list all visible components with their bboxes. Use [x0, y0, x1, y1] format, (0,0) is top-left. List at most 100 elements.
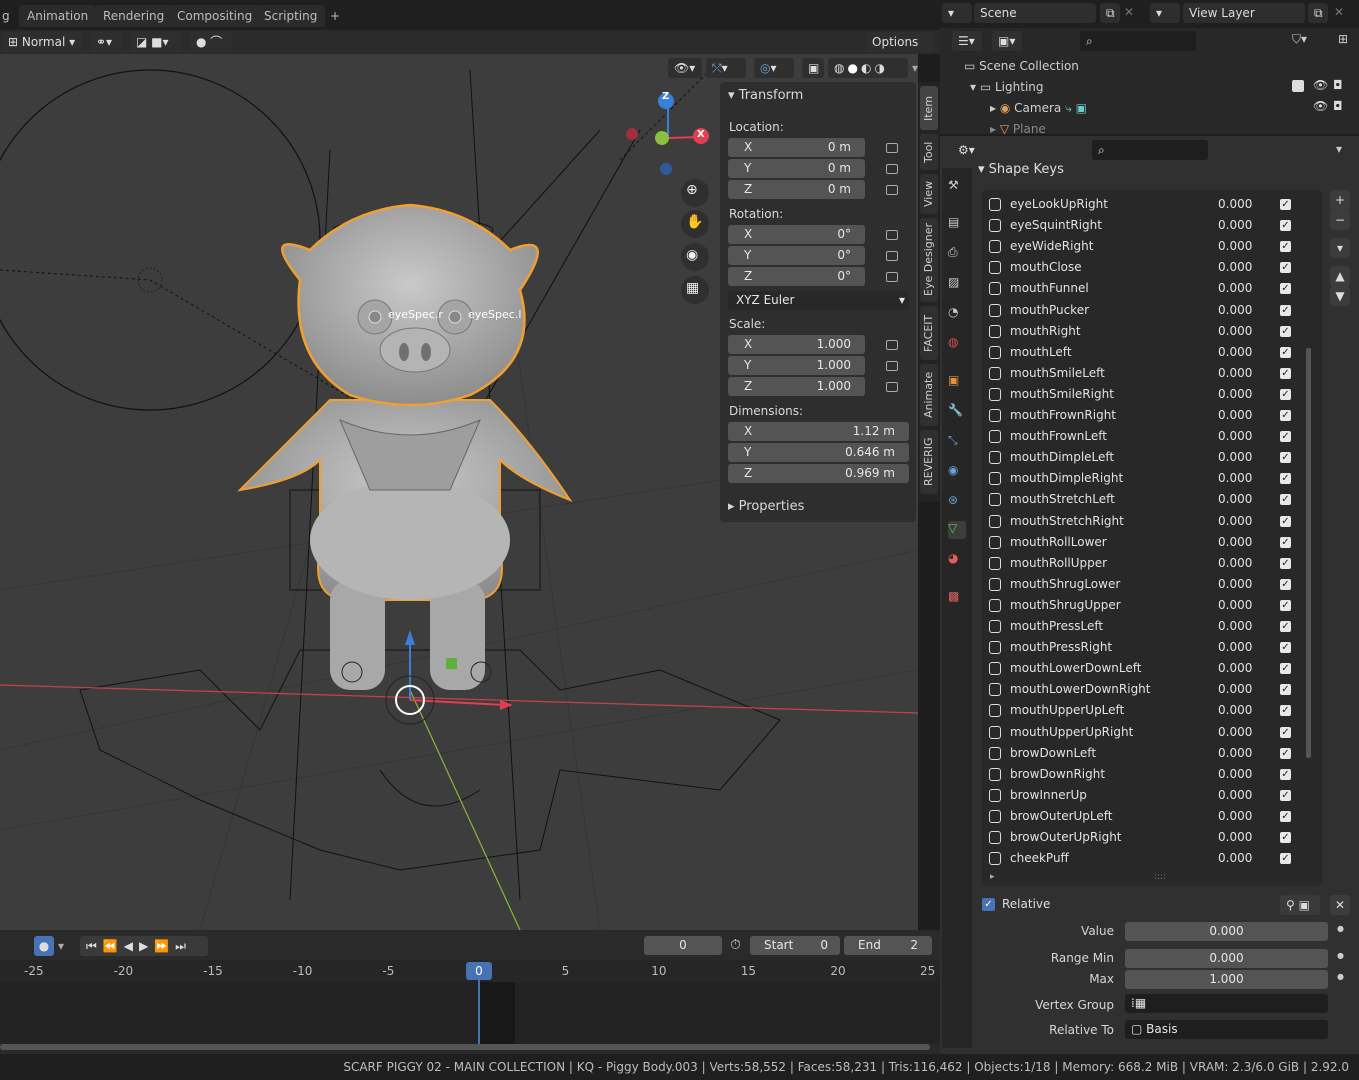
shape-key-value[interactable]: 0.000	[1218, 532, 1252, 553]
shape-key-mute-checkbox[interactable]: ✓	[1280, 410, 1291, 421]
shape-key-mute-checkbox[interactable]: ✓	[1280, 388, 1291, 400]
shape-key-value[interactable]: 0.000	[1218, 848, 1252, 869]
location-x-field[interactable]: X0 m	[728, 138, 865, 157]
shape-key-name[interactable]: mouthClose	[1010, 257, 1082, 278]
shape-key-row[interactable]: mouthUpperUpRight 0.000 ✓	[984, 722, 1314, 743]
shape-key-name[interactable]: eyeSquintRight	[1010, 215, 1102, 236]
lock-icon[interactable]	[886, 382, 898, 392]
shape-key-row[interactable]: mouthClose 0.000 ✓	[984, 257, 1314, 278]
transform-orientation-dropdown[interactable]: ⊞ Normal ▾	[2, 32, 82, 52]
shape-key-name[interactable]: mouthStretchRight	[1010, 511, 1124, 532]
xray-icon[interactable]: ▣	[802, 58, 824, 78]
shape-key-mute-checkbox[interactable]: ✓	[1280, 726, 1291, 738]
dimensions-y-field[interactable]: Y 0.646 m	[728, 443, 909, 462]
clear-shape-key-icon[interactable]: ✕	[1330, 895, 1350, 915]
shape-key-value[interactable]: 0.000	[1218, 342, 1252, 363]
shape-key-row[interactable]: browDownLeft 0.000 ✓	[984, 743, 1314, 764]
tab-eye-designer[interactable]: Eye Designer	[920, 218, 938, 302]
shape-key-row[interactable]: browOuterUpRight 0.000 ✓	[984, 827, 1314, 848]
tool-settings-icon[interactable]: ⚒	[948, 178, 966, 196]
shape-key-name[interactable]: mouthRollUpper	[1010, 553, 1107, 574]
shape-key-value[interactable]: 0.000	[1218, 785, 1252, 806]
shape-key-value[interactable]: 0.000	[1218, 363, 1252, 384]
shape-key-row[interactable]: mouthRollUpper 0.000 ✓	[984, 553, 1314, 574]
shape-key-row[interactable]: browDownRight 0.000 ✓	[984, 764, 1314, 785]
lock-icon[interactable]	[886, 251, 898, 261]
shape-key-value[interactable]: 0.000	[1218, 194, 1252, 215]
material-icon[interactable]: ◕	[948, 551, 966, 569]
shape-key-value[interactable]: 0.000	[1218, 658, 1252, 679]
rotation-z-field[interactable]: Z 0°	[728, 267, 865, 286]
shape-key-name[interactable]: mouthFrownRight	[1010, 405, 1116, 426]
copy-view-layer-icon[interactable]: ⧉	[1308, 3, 1328, 23]
shape-key-name[interactable]: mouthShrugLower	[1010, 574, 1120, 595]
scale-y-field[interactable]: Y 1.000	[728, 356, 865, 375]
shape-key-value[interactable]: 0.000	[1218, 489, 1252, 510]
lock-icon[interactable]	[886, 272, 898, 282]
gizmo-x-label[interactable]: X	[697, 129, 705, 140]
list-resize-grip[interactable]: ::::	[1154, 872, 1166, 882]
keyframe-dot-icon[interactable]: ●	[1337, 951, 1344, 960]
properties-search-input[interactable]: ⌕	[1092, 140, 1208, 160]
shape-key-value[interactable]: 0.000	[1218, 384, 1252, 405]
gizmo-toggle-icon[interactable]: ⤱▾	[706, 58, 746, 78]
options-button[interactable]: Options ▾	[866, 32, 934, 69]
shape-key-value[interactable]: 0.000	[1218, 637, 1252, 658]
shape-key-row[interactable]: browOuterUpLeft 0.000 ✓	[984, 806, 1314, 827]
end-frame-field[interactable]: End 2	[844, 936, 932, 955]
tab-animation[interactable]: Animation	[19, 5, 97, 27]
shape-key-name[interactable]: eyeLookUpRight	[1010, 194, 1108, 215]
shape-key-name[interactable]: mouthSmileRight	[1010, 384, 1114, 405]
shape-key-row[interactable]: mouthDimpleRight 0.000 ✓	[984, 468, 1314, 489]
shape-key-row[interactable]: mouthLowerDownRight 0.000 ✓	[984, 679, 1314, 700]
scene-icon[interactable]: ◔	[948, 305, 966, 323]
shape-key-name[interactable]: mouthLeft	[1010, 342, 1072, 363]
object-row-camera[interactable]: ▸ ◉ Camera ⤷ ▣	[990, 101, 1087, 116]
shape-key-value[interactable]: 0.000	[1218, 827, 1252, 848]
shape-key-mute-checkbox[interactable]: ✓	[1280, 220, 1291, 232]
vertex-group-field[interactable]: ⁞▦	[1125, 994, 1328, 1013]
shape-key-row[interactable]: mouthFrownRight 0.000 ✓	[984, 405, 1314, 426]
shape-key-row[interactable]: mouthStretchRight 0.000 ✓	[984, 511, 1314, 532]
gizmo-z-label[interactable]: Z	[662, 91, 669, 102]
zoom-icon[interactable]: ⊕	[686, 182, 698, 198]
shape-key-value[interactable]: 0.000	[1218, 574, 1252, 595]
shape-key-value[interactable]: 0.000	[1218, 447, 1252, 468]
properties-editor-icon[interactable]: ⚙▾	[952, 140, 982, 160]
shape-key-value[interactable]: 0.000	[1218, 700, 1252, 721]
shape-key-mute-checkbox[interactable]: ✓	[1280, 283, 1291, 295]
current-frame-field[interactable]: 0	[644, 936, 722, 955]
constraints-icon[interactable]: ⊛	[948, 493, 966, 511]
shape-key-mute-checkbox[interactable]: ✓	[1280, 325, 1291, 337]
scale-x-field[interactable]: X 1.000	[728, 335, 865, 354]
timeline-scrollbar[interactable]	[0, 1044, 930, 1050]
shape-key-value[interactable]: 0.000	[1218, 722, 1252, 743]
pivot-icon[interactable]: ⚭▾	[90, 32, 122, 52]
shape-key-row[interactable]: eyeSquintRight 0.000 ✓	[984, 215, 1314, 236]
max-field[interactable]: 1.000	[1125, 970, 1328, 989]
camera-view-icon[interactable]: ◉	[686, 247, 698, 263]
rotation-y-field[interactable]: Y 0°	[728, 246, 865, 265]
shape-key-value[interactable]: 0.000	[1218, 300, 1252, 321]
shape-key-row[interactable]: mouthLowerDownLeft 0.000 ✓	[984, 658, 1314, 679]
tab-animate[interactable]: Animate	[920, 364, 938, 426]
shape-key-value[interactable]: 0.000	[1218, 616, 1252, 637]
eye-icon[interactable]: 👁	[1313, 99, 1328, 113]
shape-key-row[interactable]: mouthRight 0.000 ✓	[984, 321, 1314, 342]
shape-key-row[interactable]: mouthRollLower 0.000 ✓	[984, 532, 1314, 553]
shape-key-name[interactable]: mouthPucker	[1010, 300, 1089, 321]
view-layer-field[interactable]: View Layer	[1183, 3, 1305, 23]
playback-controls[interactable]: ⏮⏪◀▶⏩⏭	[80, 936, 208, 956]
particles-icon[interactable]: ⤡	[948, 433, 966, 451]
shape-key-mute-checkbox[interactable]: ✓	[1280, 578, 1291, 590]
shape-key-mute-checkbox[interactable]: ✓	[1280, 262, 1291, 274]
shape-key-name[interactable]: browOuterUpRight	[1010, 827, 1122, 848]
shape-key-name[interactable]: mouthShrugUpper	[1010, 595, 1121, 616]
shape-key-value[interactable]: 0.000	[1218, 405, 1252, 426]
shape-key-mute-checkbox[interactable]: ✓	[1280, 346, 1291, 358]
visibility-icon[interactable]: 👁▾	[668, 58, 702, 78]
shape-key-name[interactable]: mouthRollLower	[1010, 532, 1107, 553]
physics-icon[interactable]: ◉	[948, 463, 966, 481]
remove-shape-key-button[interactable]: −	[1330, 210, 1350, 230]
lock-icon[interactable]	[886, 143, 898, 153]
